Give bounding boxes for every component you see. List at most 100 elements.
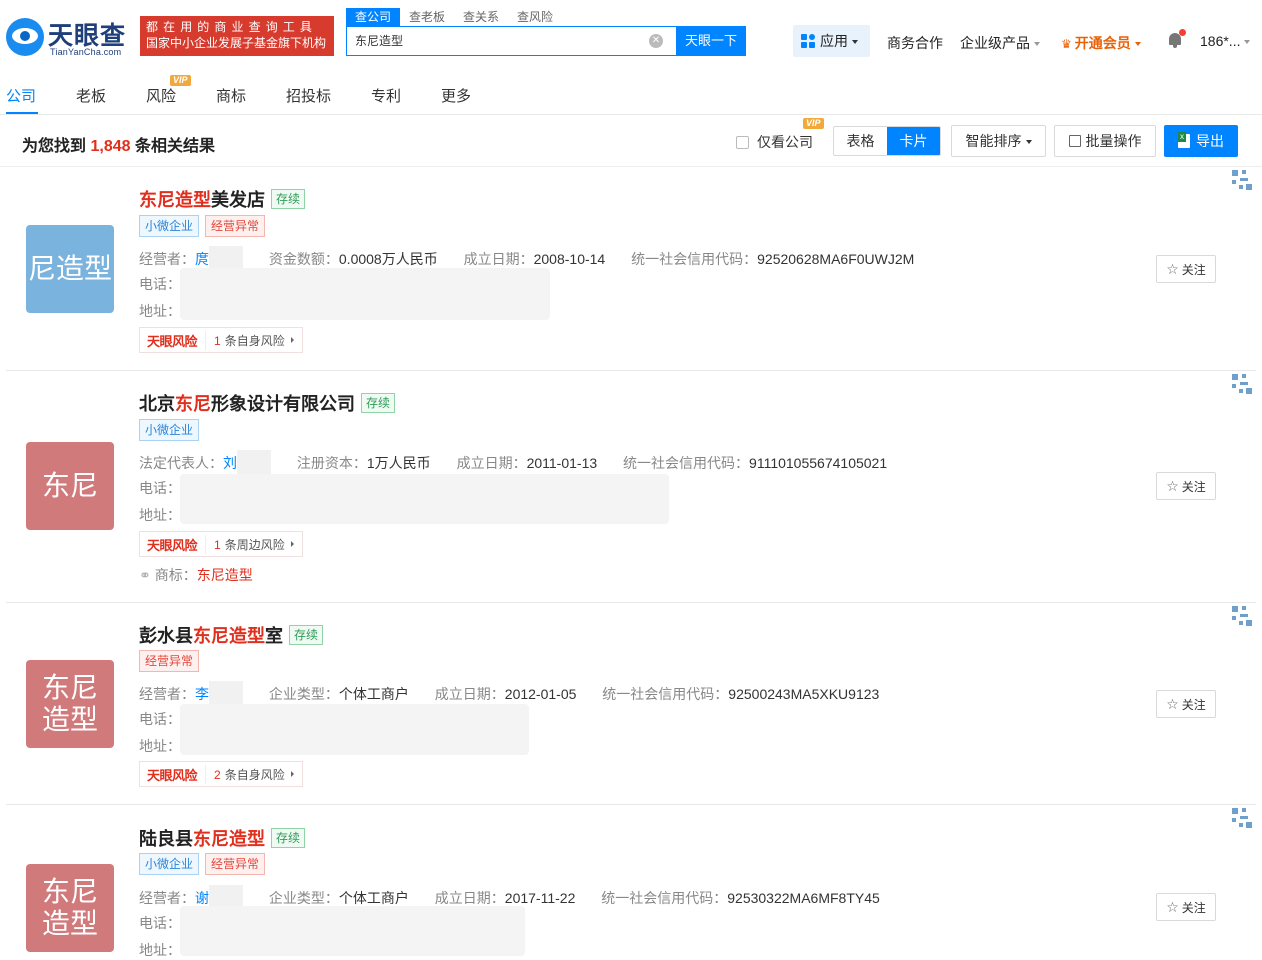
tab-risk[interactable]: 风险 <box>146 85 176 106</box>
risk-summary[interactable]: 天眼风险 2 条自身风险 <box>139 761 303 787</box>
operator-name-link[interactable]: 庹 <box>195 251 209 267</box>
slogan-line-2: 国家中小企业发展子基金旗下机构 <box>146 36 327 50</box>
tag-small-micro: 小微企业 <box>139 215 200 237</box>
star-icon: ☆ <box>1166 696 1179 712</box>
masked-name <box>209 246 243 270</box>
export-label: 导出 <box>1196 133 1224 149</box>
chevron-right-icon <box>290 337 294 343</box>
result-summary: 为您找到 1,848 条相关结果 <box>22 132 215 156</box>
sort-dropdown[interactable]: 智能排序 <box>951 125 1046 157</box>
chevron-down-icon <box>852 40 858 44</box>
tag-small-micro: 小微企业 <box>139 853 200 875</box>
qr-code-icon[interactable] <box>1230 806 1254 830</box>
risk-summary[interactable]: 天眼风险 1 条周边风险 <box>139 531 303 557</box>
search-tab-risk[interactable]: 查风险 <box>508 8 562 26</box>
tag-abnormal[interactable]: 经营异常 <box>205 215 266 237</box>
company-info-row: 经营者：庹 资金数额：0.0008万人民币 成立日期：2008-10-14 统一… <box>139 246 936 270</box>
company-logo-avatar[interactable]: 东尼 造型 <box>26 660 114 748</box>
view-table-button[interactable]: 表格 <box>834 127 887 155</box>
top-header: 天眼查 TianYanCha.com 都在用的商业查询工具 国家中小企业发展子基… <box>0 0 1262 75</box>
company-only-checkbox[interactable] <box>736 136 749 149</box>
tag-abnormal[interactable]: 经营异常 <box>139 650 200 672</box>
apps-menu-button[interactable]: 应用 <box>793 25 870 57</box>
star-icon: ☆ <box>1166 478 1179 494</box>
clear-icon[interactable]: ✕ <box>649 34 663 48</box>
follow-button[interactable]: ☆ 关注 <box>1156 472 1216 500</box>
company-card: 东尼 造型 陆良县东尼造型 存续 小微企业 经营异常 经营者：谢 企业类型：个体工商… <box>6 806 1256 958</box>
qr-code-icon[interactable] <box>1230 372 1254 396</box>
result-toolbar: 为您找到 1,848 条相关结果 仅看公司 VIP 表格 卡片 智能排序 批量操… <box>0 116 1262 167</box>
address-label: 地址： <box>139 942 181 958</box>
search-button[interactable]: 天眼一下 <box>676 26 746 56</box>
address-label: 地址： <box>139 507 181 523</box>
export-button[interactable]: 导出 <box>1164 125 1238 157</box>
search-tab-boss[interactable]: 查老板 <box>400 8 454 26</box>
tab-bidding[interactable]: 招投标 <box>286 85 331 106</box>
risk-summary[interactable]: 天眼风险 1 条自身风险 <box>139 327 303 353</box>
masked-name <box>209 681 243 705</box>
chevron-down-icon <box>1134 42 1141 46</box>
risk-logo: 天眼风险 <box>140 330 207 350</box>
enterprise-products-menu[interactable]: 企业级产品 <box>960 33 1040 53</box>
chevron-down-icon <box>1034 42 1040 46</box>
qr-code-icon[interactable] <box>1230 604 1254 628</box>
tab-boss[interactable]: 老板 <box>76 85 106 106</box>
chevron-right-icon <box>290 541 294 547</box>
search-tab-relation[interactable]: 查关系 <box>454 8 508 26</box>
tab-trademark[interactable]: 商标 <box>216 85 246 106</box>
legal-rep-name-link[interactable]: 刘 <box>223 455 237 471</box>
trademark-link[interactable]: 东尼造型 <box>197 567 253 583</box>
phone-label: 电话： <box>139 711 181 727</box>
active-tab-underline <box>6 112 38 114</box>
risk-logo: 天眼风险 <box>140 534 207 554</box>
chevron-down-icon <box>1244 40 1251 44</box>
search-box: ✕ <box>346 26 676 56</box>
company-logo-avatar[interactable]: 东尼 造型 <box>26 864 114 952</box>
phone-label: 电话： <box>139 276 181 292</box>
follow-button[interactable]: ☆ 关注 <box>1156 690 1216 718</box>
view-card-button[interactable]: 卡片 <box>887 127 940 155</box>
operator-name-link[interactable]: 李 <box>195 686 209 702</box>
view-toggle: 表格 卡片 <box>833 126 941 156</box>
star-icon: ☆ <box>1166 899 1179 915</box>
link-icon: ⚭ <box>139 567 151 583</box>
tianyancha-logo[interactable]: 天眼查 TianYanCha.com <box>6 16 132 60</box>
batch-operation-button[interactable]: 批量操作 <box>1054 125 1156 157</box>
company-name-link[interactable]: 东尼造型美发店 存续 <box>139 186 306 212</box>
company-logo-avatar[interactable]: 尼造型 <box>26 225 114 313</box>
company-card: 东尼 北京东尼形象设计有限公司 存续 小微企业 法定代表人：刘 注册资本：1万人民… <box>6 372 1256 603</box>
tab-more[interactable]: 更多 <box>441 85 471 106</box>
company-only-filter[interactable]: 仅看公司 <box>736 132 813 152</box>
masked-contact-info <box>180 704 529 755</box>
tag-small-micro: 小微企业 <box>139 419 200 441</box>
company-name-link[interactable]: 彭水县东尼造型室 存续 <box>139 622 324 648</box>
status-badge: 存续 <box>289 625 324 645</box>
qr-code-icon[interactable] <box>1230 168 1254 192</box>
tag-abnormal[interactable]: 经营异常 <box>205 853 266 875</box>
batch-check-icon <box>1068 135 1081 147</box>
notification-bell-icon[interactable] <box>1167 29 1186 49</box>
company-logo-avatar[interactable]: 东尼 <box>26 442 114 530</box>
sort-label: 智能排序 <box>965 133 1022 149</box>
phone-label: 电话： <box>139 915 181 931</box>
enterprise-products-label: 企业级产品 <box>960 35 1030 51</box>
address-label: 地址： <box>139 738 181 754</box>
operator-name-link[interactable]: 谢 <box>195 890 209 906</box>
status-badge: 存续 <box>271 828 306 848</box>
user-account-menu[interactable]: 186*... <box>1200 33 1251 49</box>
tab-patent[interactable]: 专利 <box>371 85 401 106</box>
business-cooperation-link[interactable]: 商务合作 <box>887 33 943 53</box>
follow-button[interactable]: ☆ 关注 <box>1156 893 1216 921</box>
tab-company[interactable]: 公司 <box>6 85 36 106</box>
eye-logo-icon <box>6 18 44 56</box>
vip-membership-menu[interactable]: ♛ 开通会员 <box>1061 33 1141 53</box>
follow-button[interactable]: ☆ 关注 <box>1156 255 1216 283</box>
slogan-line-1: 都在用的商业查询工具 <box>146 20 318 34</box>
company-info-row: 法定代表人：刘 注册资本：1万人民币 成立日期：2011-01-13 统一社会信… <box>139 450 909 474</box>
company-card: 东尼 造型 彭水县东尼造型室 存续 经营异常 经营者：李 企业类型：个体工商户 成立… <box>6 604 1256 805</box>
company-name-link[interactable]: 北京东尼形象设计有限公司 存续 <box>139 390 396 416</box>
company-name-link[interactable]: 陆良县东尼造型 存续 <box>139 825 306 851</box>
search-input[interactable] <box>355 33 635 47</box>
apps-label: 应用 <box>820 33 848 49</box>
search-tab-company[interactable]: 查公司 <box>346 8 401 26</box>
